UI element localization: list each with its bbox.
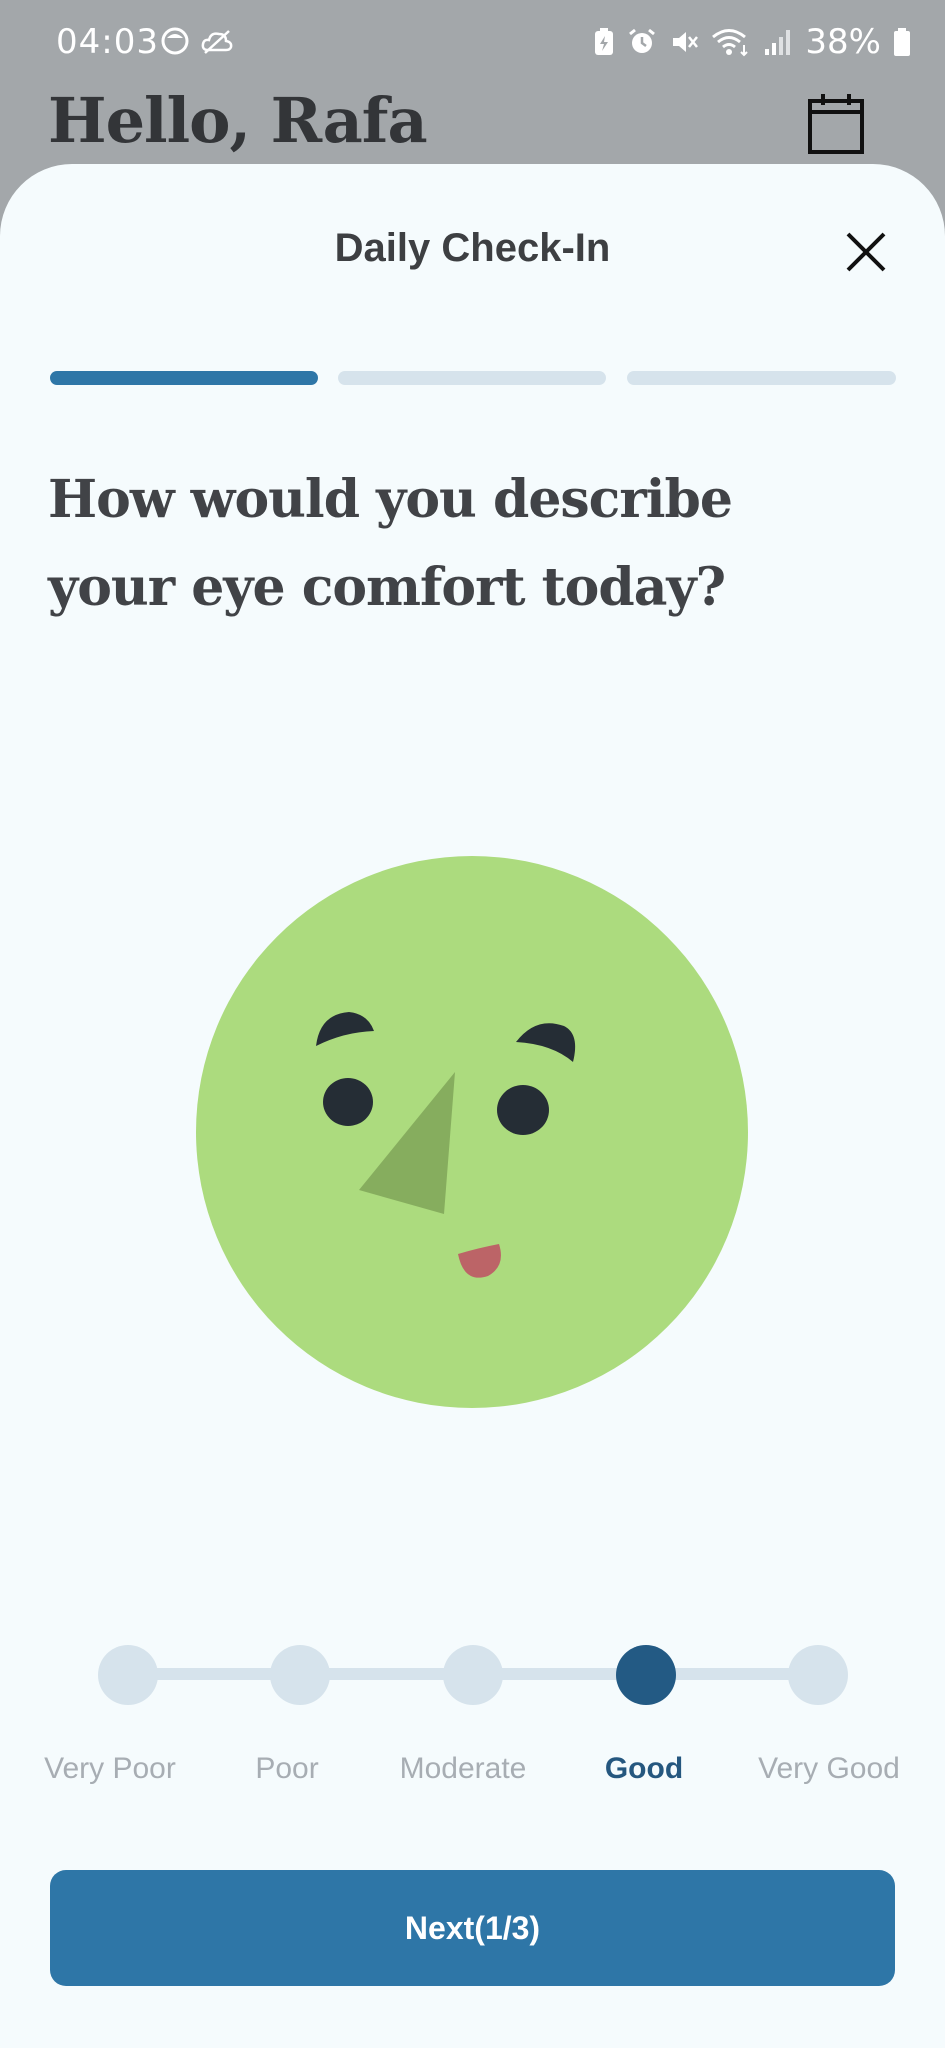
- battery-percentage: 38%: [805, 22, 881, 62]
- progress-step-3: [627, 371, 896, 385]
- mute-icon: [673, 32, 699, 52]
- calendar-icon: [808, 94, 864, 154]
- left-eye: [323, 1078, 373, 1126]
- next-button[interactable]: Next(1/3): [50, 1870, 895, 1986]
- rating-dot-good[interactable]: [616, 1645, 676, 1705]
- question-text: How would you describe your eye comfort …: [48, 469, 733, 618]
- wifi-icon: [712, 29, 749, 57]
- face-icon: [161, 27, 189, 55]
- rating-label-good[interactable]: Good: [544, 1752, 744, 1786]
- calendar-button[interactable]: [806, 92, 866, 156]
- close-icon: [846, 232, 886, 272]
- rating-dot-very-poor[interactable]: [98, 1645, 158, 1705]
- battery-icon: [894, 28, 910, 56]
- rating-label-moderate[interactable]: Moderate: [363, 1752, 563, 1786]
- rating-label-very-good[interactable]: Very Good: [729, 1752, 929, 1786]
- right-eye: [497, 1085, 549, 1135]
- rating-label-poor[interactable]: Poor: [187, 1752, 387, 1786]
- greeting-title: Hello, Rafa: [48, 84, 428, 157]
- status-bar: 04:03 38%: [0, 0, 945, 86]
- sheet-title: Daily Check-In: [334, 226, 611, 270]
- rating-dot-poor[interactable]: [270, 1645, 330, 1705]
- rating-label-very-poor[interactable]: Very Poor: [10, 1752, 210, 1786]
- alarm-icon: [629, 28, 656, 53]
- signal-icon: [765, 30, 791, 55]
- battery-saver-icon: [595, 28, 614, 55]
- close-button[interactable]: [840, 226, 892, 278]
- rating-dot-very-good[interactable]: [788, 1645, 848, 1705]
- progress-step-1: [50, 371, 318, 385]
- status-time: 04:03: [56, 22, 159, 62]
- face-illustration: [196, 856, 748, 1408]
- face-circle: [196, 856, 748, 1408]
- cloud-icon: [201, 30, 233, 54]
- progress-step-2: [338, 371, 606, 385]
- rating-dot-moderate[interactable]: [443, 1645, 503, 1705]
